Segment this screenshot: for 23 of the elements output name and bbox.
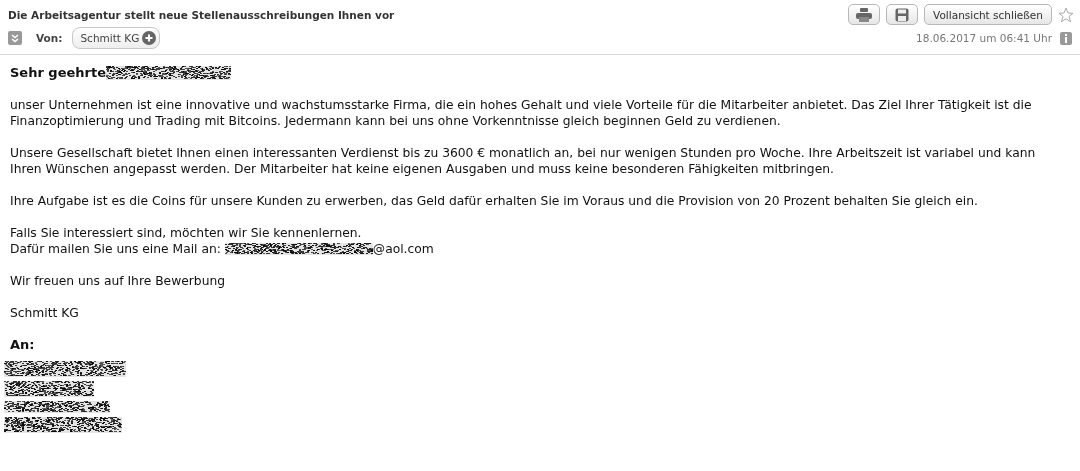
- sender-name: Schmitt KG: [80, 32, 140, 44]
- body-paragraph: unser Unternehmen ist eine innovative und wachstumsstarke Firma, die ein hohes Gehalt und viele Vorteile für die Mitarbeiter anbietet. Das Ziel Ihrer Tätigkeit ist die Finanzoptimierung und Trading mit Bitcoins. Jedermann kann bei uns ohne Vorkenntnisse gleich beginnen Geld zu verdienen.: [10, 97, 1033, 129]
- printer-icon: [856, 7, 873, 22]
- body-text: @aol.com: [372, 241, 434, 257]
- body-paragraph: Wir freuen uns auf Ihre Bewerbung: [10, 273, 227, 289]
- from-label: Von:: [36, 32, 63, 44]
- body-paragraph: Falls Sie interessiert sind, möchten wir Sie kennenlernen.: [10, 225, 363, 241]
- save-button[interactable]: [886, 4, 919, 25]
- close-full-view-button[interactable]: Vollansicht schließen: [924, 4, 1052, 25]
- recipients-label: An:: [10, 337, 36, 353]
- body-text: Dafür mailen Sie uns eine Mail an:: [10, 241, 222, 257]
- body-paragraph: Schmitt KG: [10, 305, 80, 321]
- email-date: 18.06.2017 um 06:41 Uhr: [916, 32, 1052, 44]
- plus-icon[interactable]: [142, 31, 157, 45]
- email-subject: Die Arbeitsagentur stellt neue Stellenausschreibungen Ihnen vor: [8, 8, 395, 21]
- print-button[interactable]: [848, 4, 881, 25]
- body-paragraph: Ihre Aufgabe ist es die Coins für unsere Kunden zu erwerben, das Geld dafür erhalten Sie im Voraus und die Provision von 20 Prozent behalten Sie gleich ein.: [10, 193, 979, 209]
- body-paragraph: Unsere Gesellschaft bietet Ihnen einen interessanten Verdienst bis zu 3600 € monatlich an, bei nur wenigen Stunden pro Woche. Ihre Arbeitszeit ist variabel und kann Ihren Wünschen angepasst werden. Der Mitarbeiter hat keine eigenen Ausgaben und muss keine besonderen Fähigkeiten mitbringen.: [10, 145, 1037, 177]
- sender-chip[interactable]: Schmitt KG: [72, 27, 161, 49]
- info-icon[interactable]: [1060, 31, 1072, 45]
- collapse-icon[interactable]: [8, 31, 22, 45]
- star-icon[interactable]: [1058, 6, 1074, 23]
- greeting-text: Sehr geehrte: [10, 65, 106, 81]
